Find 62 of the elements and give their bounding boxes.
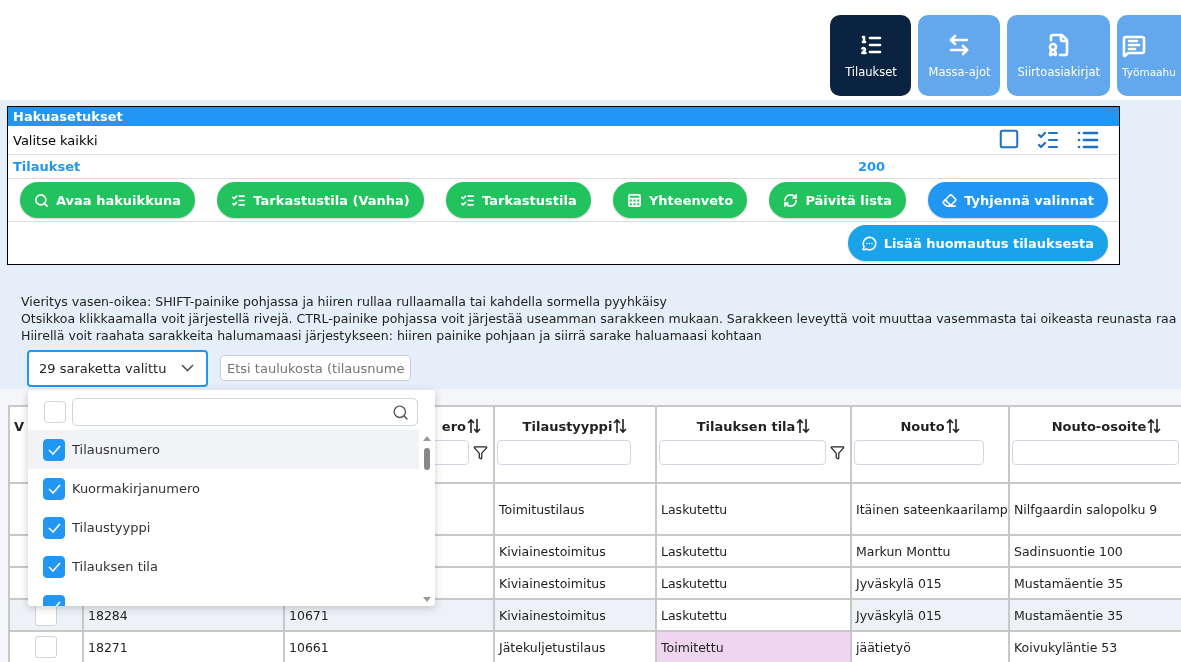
column-filter-field[interactable] xyxy=(497,440,631,465)
checklist-icon xyxy=(460,192,476,208)
checklist-icon xyxy=(231,192,247,208)
option-checkbox[interactable] xyxy=(43,477,65,500)
sort-icon[interactable] xyxy=(613,418,628,434)
chevron-icon xyxy=(181,364,194,372)
column-header[interactable]: ero xyxy=(441,418,466,434)
menu-search-field[interactable] xyxy=(72,398,418,426)
status-cell: Laskutettu xyxy=(656,599,851,631)
checkbox-icon[interactable] xyxy=(998,128,1020,150)
status-cell: Laskutettu xyxy=(656,567,851,599)
refresh-icon xyxy=(783,192,799,208)
column-select[interactable]: 29 saraketta valittu xyxy=(27,349,208,387)
help-text: Hiirellä voit raahata sarakkeita halumamaasi järjestykseen: hiiren painike pohjaan ja siirrä sarake haluamaasi kohtaan xyxy=(21,327,763,344)
column-filter-field[interactable] xyxy=(659,440,826,465)
table-icon xyxy=(626,192,642,208)
status-cell: Laskutettu xyxy=(656,483,851,535)
panel-title: Hakuasetukset xyxy=(8,107,1119,126)
help-text: Vieritys vasen-oikea: SHIFT-painike pohjassa ja hiiren rullaa rullaamalla tai kahdella sormella pyyhkäisy xyxy=(21,293,668,310)
status-cell: Toimitettu xyxy=(656,631,851,662)
filter-icon[interactable] xyxy=(830,445,845,460)
check-icon xyxy=(47,444,61,455)
filter-icon[interactable] xyxy=(473,445,488,460)
option-label: Tilausnumero xyxy=(72,442,160,457)
column-header[interactable]: Tilaustyyppi xyxy=(522,418,613,434)
column-header[interactable]: Nouto-osoite xyxy=(1051,418,1147,434)
option-checkbox[interactable] xyxy=(43,438,65,461)
orders-count: 200 xyxy=(858,159,886,174)
sort-icon[interactable] xyxy=(1147,418,1162,434)
message-icon xyxy=(1122,33,1146,58)
comment-icon xyxy=(861,235,877,251)
sort-icon[interactable] xyxy=(467,418,481,434)
option-checkbox[interactable] xyxy=(43,555,65,578)
table-search-field[interactable]: Etsi taulukosta (tilausnume xyxy=(220,355,411,381)
row-checkbox[interactable] xyxy=(35,604,57,626)
option-label: Kuormakirjanumero xyxy=(72,481,201,496)
search-icon xyxy=(34,192,49,208)
status-cell: Laskutettu xyxy=(656,535,851,567)
nav-button[interactable]: Tilaukset xyxy=(830,15,912,96)
option-label: Tilaustyyppi xyxy=(72,520,151,535)
column-option[interactable]: Tilausnumero xyxy=(28,430,419,469)
search-icon xyxy=(392,403,409,421)
check-icon xyxy=(47,522,61,533)
help-text: Otsikkoa klikkaamalla voit järjestellä rivejä. CTRL-painike pohjassa voit järjestää useamman sarakkeen mukaan. Sarakkeen leveyttä voit muuttaa vasemmasta tai oikeasta reunasta raa xyxy=(21,310,1178,327)
row-checkbox[interactable] xyxy=(35,636,57,658)
column-filter-field[interactable] xyxy=(1012,440,1179,465)
column-header[interactable]: Tilauksen tila xyxy=(696,418,796,434)
column-header[interactable]: Nouto xyxy=(900,418,945,434)
sort-icon[interactable] xyxy=(945,418,960,434)
document-icon xyxy=(1046,32,1071,57)
eraser-icon xyxy=(942,192,958,208)
scrollbar[interactable] xyxy=(422,434,432,604)
option-checkbox[interactable] xyxy=(43,516,65,539)
orders-label: Tilaukset xyxy=(13,159,82,174)
column-header[interactable]: V xyxy=(14,418,25,434)
check-icon xyxy=(47,483,61,494)
column-filter-field[interactable] xyxy=(854,440,984,465)
select-all-label: Valitse kaikki xyxy=(13,132,98,148)
option-label: Tilauksen tila xyxy=(72,559,158,574)
select-all-checkbox[interactable] xyxy=(44,401,66,423)
sort-icon[interactable] xyxy=(796,418,811,434)
check-icon xyxy=(47,561,61,572)
